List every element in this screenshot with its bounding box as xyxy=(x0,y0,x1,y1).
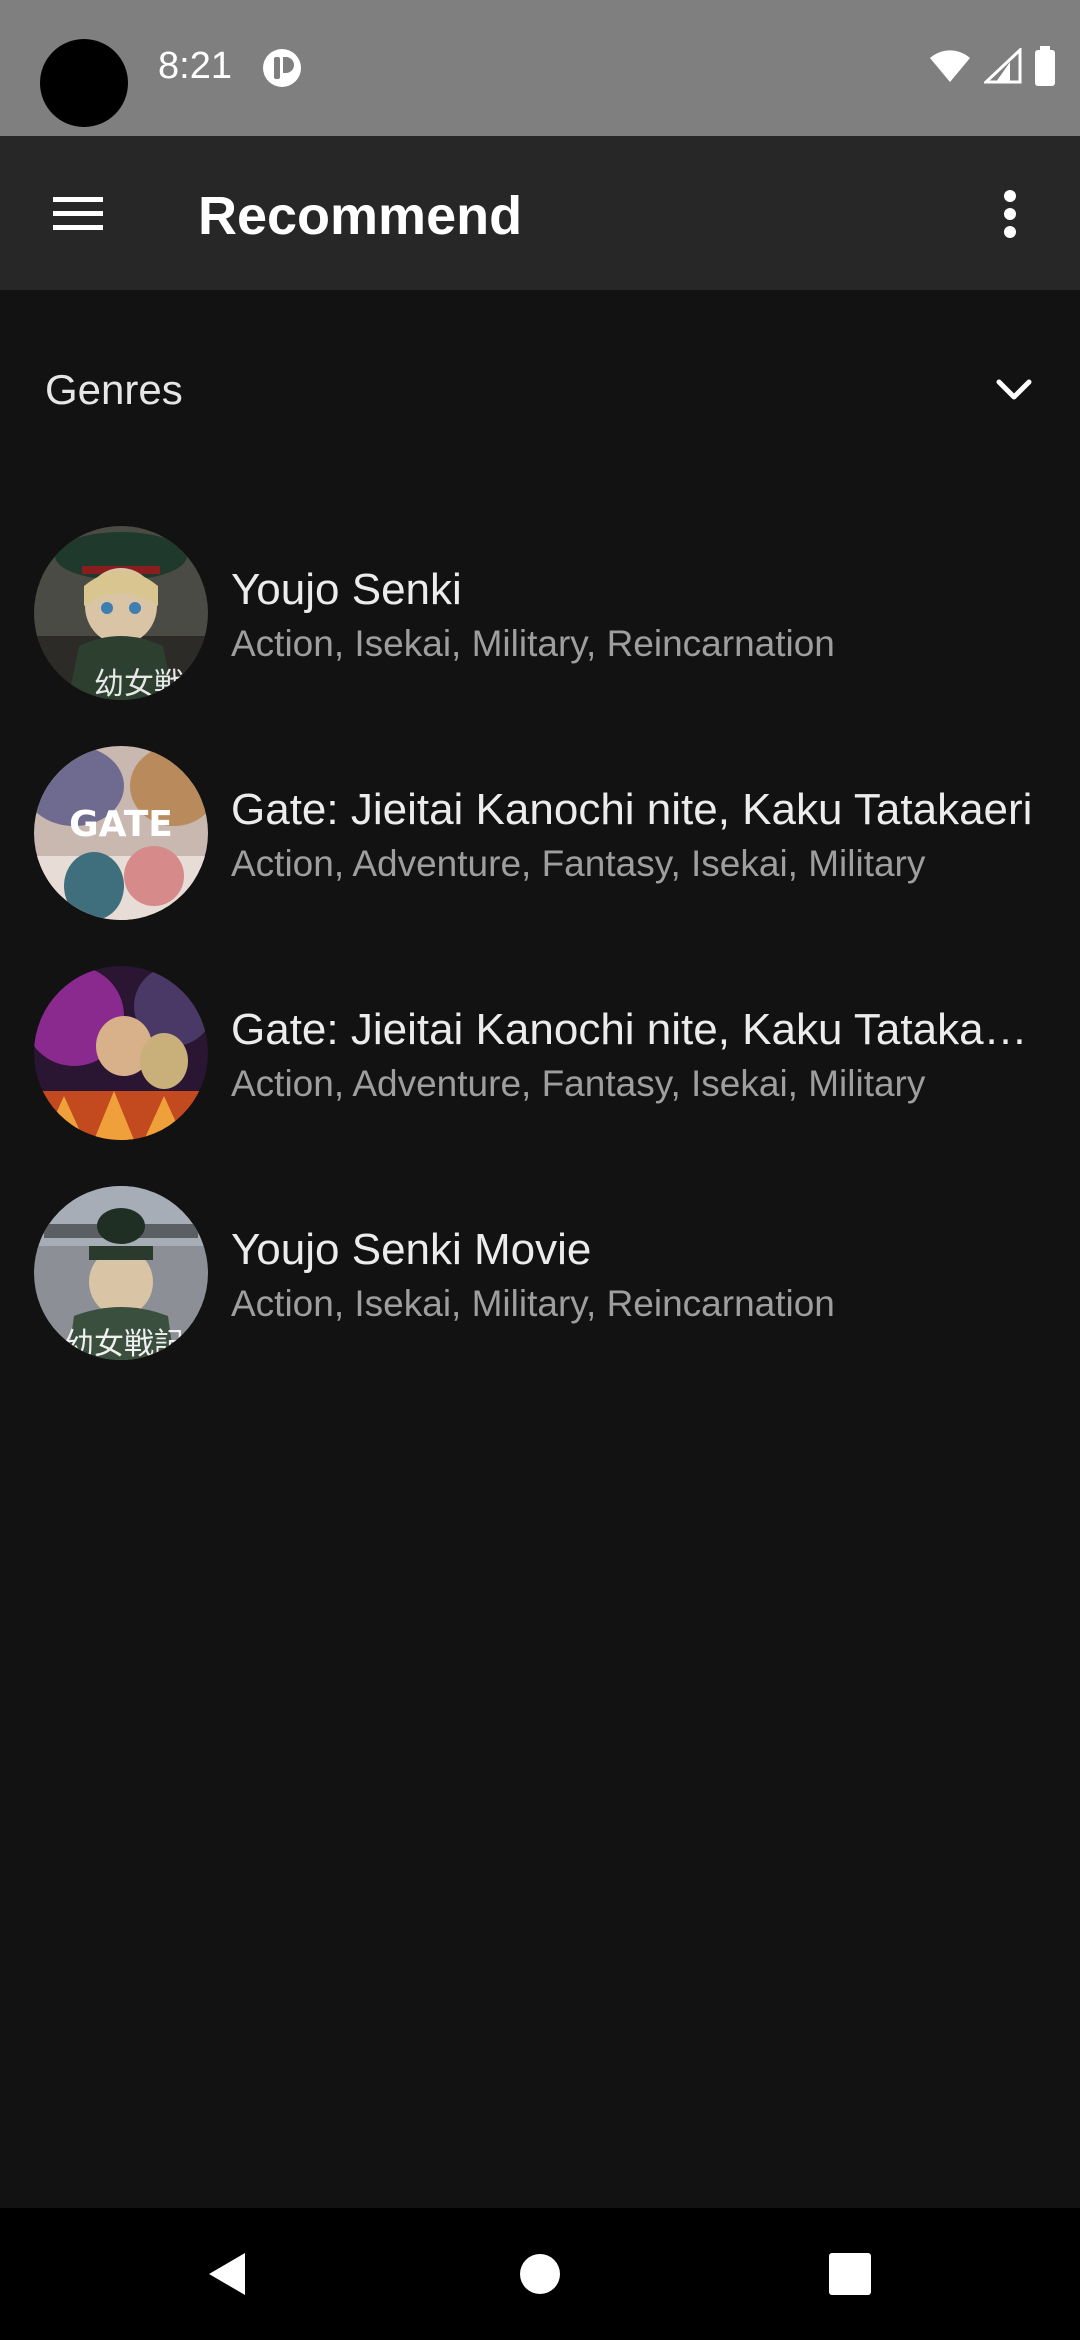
item-genres: Action, Adventure, Fantasy, Isekai, Mili… xyxy=(231,843,926,884)
hamburger-menu-icon[interactable] xyxy=(38,182,118,246)
notification-app-icon xyxy=(262,48,302,88)
item-title: Youjo Senki Movie xyxy=(231,1225,592,1274)
list-item[interactable]: Gate: Jieitai Kanochi nite, Kaku Tatakae… xyxy=(0,960,1080,1180)
recommendation-list: 幼女戦 Youjo Senki Action, Isekai, Military… xyxy=(0,520,1080,1400)
svg-text:幼女戦: 幼女戦 xyxy=(94,667,184,700)
wifi-icon xyxy=(928,48,972,89)
status-bar: 8:21 xyxy=(0,0,1080,136)
home-icon[interactable] xyxy=(500,2234,580,2314)
gate-thumbnail: GATE xyxy=(34,746,208,920)
youjo-senki-thumbnail: 幼女戦 xyxy=(34,526,208,700)
page-title: Recommend xyxy=(198,186,523,246)
recents-icon[interactable] xyxy=(810,2234,890,2314)
app-bar: Recommend xyxy=(0,136,1080,290)
youjo-senki-movie-thumbnail: 幼女戦記 xyxy=(34,1186,208,1360)
camera-cutout xyxy=(40,39,128,127)
thumbnail-text: GATE xyxy=(69,804,173,845)
item-title: Gate: Jieitai Kanochi nite, Kaku Tatakae… xyxy=(231,1005,1051,1054)
back-icon[interactable] xyxy=(186,2234,266,2314)
list-item[interactable]: 幼女戦記 Youjo Senki Movie Action, Isekai, M… xyxy=(0,1180,1080,1400)
system-nav-bar xyxy=(0,2208,1080,2340)
item-title: Youjo Senki xyxy=(231,565,462,614)
item-genres: Action, Adventure, Fantasy, Isekai, Mili… xyxy=(231,1063,926,1104)
list-item[interactable]: GATE Gate: Jieitai Kanochi nite, Kaku Ta… xyxy=(0,740,1080,960)
more-vert-icon[interactable] xyxy=(978,182,1042,246)
status-time: 8:21 xyxy=(158,45,232,87)
chevron-down-icon[interactable] xyxy=(986,362,1042,418)
svg-text:幼女戦記: 幼女戦記 xyxy=(64,1327,184,1360)
battery-icon xyxy=(1034,45,1056,91)
cellular-signal-icon xyxy=(982,46,1022,89)
item-title: Gate: Jieitai Kanochi nite, Kaku Tatakae… xyxy=(231,785,1033,834)
gate-season-2-thumbnail xyxy=(34,966,208,1140)
item-genres: Action, Isekai, Military, Reincarnation xyxy=(231,623,835,664)
status-icons xyxy=(928,45,1056,91)
genres-label: Genres xyxy=(45,366,183,413)
list-item[interactable]: 幼女戦 Youjo Senki Action, Isekai, Military… xyxy=(0,520,1080,740)
genres-dropdown[interactable]: Genres xyxy=(0,330,1080,450)
item-genres: Action, Isekai, Military, Reincarnation xyxy=(231,1283,835,1324)
